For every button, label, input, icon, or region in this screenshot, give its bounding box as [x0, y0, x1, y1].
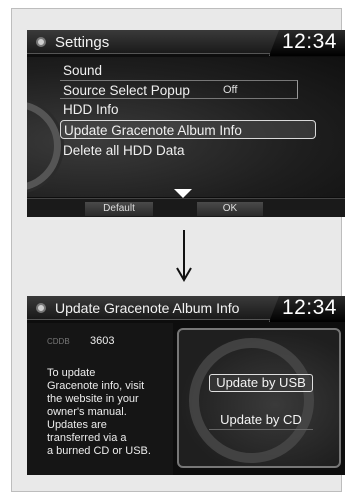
clock: 12:34 — [281, 30, 337, 53]
screen-title: Update Gracenote Album Info — [55, 300, 240, 316]
cddb-value: 3603 — [90, 335, 115, 347]
clock-area: 12:34 — [269, 296, 345, 322]
menu-item-hdd-info[interactable]: HDD Info — [60, 100, 119, 119]
interface-dial-icon — [27, 101, 61, 191]
cddb-label: CDDB — [47, 337, 70, 346]
menu-item-delete-hdd-data[interactable]: Delete all HDD Data — [60, 141, 185, 160]
settings-icon — [36, 303, 46, 313]
update-by-usb-button[interactable]: Update by USB — [209, 374, 313, 392]
info-panel: CDDB 3603 To update Gracenote info, visi… — [27, 323, 173, 475]
menu-item-label: HDD Info — [63, 102, 119, 117]
menu-item-sound[interactable]: Sound — [60, 61, 102, 80]
settings-icon — [36, 37, 46, 47]
down-arrow-icon — [176, 230, 192, 282]
menu-item-update-gracenote[interactable]: Update Gracenote Album Info — [60, 120, 316, 139]
default-button[interactable]: Default — [85, 202, 153, 216]
settings-menu: Sound Source Select Popup Off HDD Info U… — [27, 57, 345, 197]
update-gracenote-screen: Update Gracenote Album Info 12:34 CDDB 3… — [27, 296, 345, 475]
screen-title: Settings — [55, 34, 110, 51]
ok-button[interactable]: OK — [197, 202, 263, 216]
menu-item-label: Sound — [63, 63, 103, 78]
menu-item-label: Update Gracenote Album Info — [64, 123, 242, 138]
interface-dial-icon — [189, 338, 314, 463]
update-by-cd-button[interactable]: Update by CD — [209, 412, 313, 430]
clock: 12:34 — [281, 296, 337, 319]
update-options-panel: Update by USB Update by CD — [177, 328, 341, 468]
softkey-bar: Default OK — [27, 198, 345, 217]
update-instructions: To update Gracenote info, visit the webs… — [47, 367, 151, 457]
clock-area: 12:34 — [269, 30, 345, 56]
menu-item-source-select-popup[interactable]: Source Select Popup Off — [60, 80, 298, 99]
menu-item-label: Delete all HDD Data — [63, 143, 185, 158]
menu-item-label: Source Select Popup — [63, 83, 190, 98]
menu-item-value: Off — [223, 84, 238, 96]
settings-screen: Settings 12:34 Sound Source Select Popup… — [27, 30, 345, 217]
scroll-down-icon[interactable] — [174, 189, 192, 198]
